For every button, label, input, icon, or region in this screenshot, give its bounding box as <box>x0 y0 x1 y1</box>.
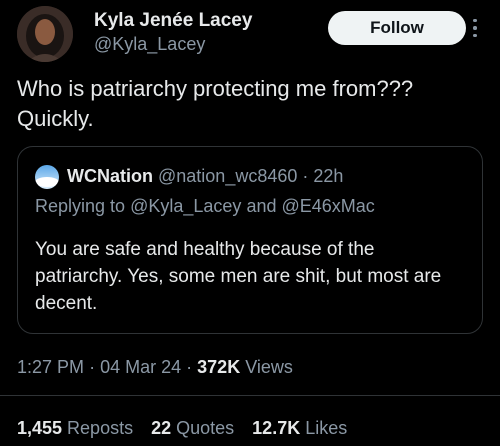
tweet-text: Who is patriarchy protecting me from??? … <box>17 76 414 131</box>
divider <box>0 395 500 396</box>
meta-separator-2: · <box>186 357 193 377</box>
engagement-stats: 1,455 Reposts 22 Quotes 12.7K Likes <box>17 416 365 440</box>
tweet-header: Kyla Jenée Lacey @Kyla_Lacey Follow <box>17 6 483 62</box>
replying-prefix: Replying to <box>35 196 126 216</box>
likes-count: 12.7K <box>252 418 301 438</box>
replying-and: and <box>246 196 277 216</box>
meta-separator-1: · <box>89 357 96 377</box>
author-name[interactable]: Kyla Jenée Lacey <box>94 9 252 32</box>
tweet-date[interactable]: 04 Mar 24 <box>100 357 181 377</box>
tweet-time[interactable]: 1:27 PM <box>17 357 84 377</box>
reposts-label: Reposts <box>67 418 134 438</box>
replying-user-1[interactable]: @Kyla_Lacey <box>130 196 241 216</box>
quoted-tweet[interactable]: WCNation @nation_wc8460 · 22h Replying t… <box>17 146 483 334</box>
quote-replying-to: Replying to @Kyla_Lacey and @E46xMac <box>35 194 375 218</box>
author-avatar[interactable] <box>17 6 73 62</box>
tweet-detail: Kyla Jenée Lacey @Kyla_Lacey Follow Who … <box>0 0 500 446</box>
quote-author-name[interactable]: WCNation <box>67 166 153 186</box>
tweet-meta: 1:27 PM · 04 Mar 24 · 372K Views <box>17 355 293 379</box>
follow-button[interactable]: Follow <box>328 11 466 45</box>
quote-avatar <box>35 165 59 189</box>
likes-stat[interactable]: 12.7K Likes <box>252 416 347 440</box>
views-label: Views <box>245 357 293 377</box>
author-block: Kyla Jenée Lacey @Kyla_Lacey <box>94 9 252 56</box>
quote-header: WCNation @nation_wc8460 · 22h <box>67 164 343 188</box>
likes-label: Likes <box>305 418 348 438</box>
replying-user-2[interactable]: @E46xMac <box>282 196 375 216</box>
more-options-icon[interactable] <box>468 14 482 42</box>
reposts-stat[interactable]: 1,455 Reposts <box>17 416 133 440</box>
quote-time: 22h <box>313 166 344 186</box>
views-count: 372K <box>197 357 241 377</box>
sky-avatar-icon <box>35 165 59 189</box>
quote-author-handle[interactable]: @nation_wc8460 <box>158 166 297 186</box>
quote-separator: · <box>302 166 309 186</box>
profile-photo-icon <box>17 6 73 62</box>
quote-text: You are safe and healthy because of the … <box>35 239 442 314</box>
reposts-count: 1,455 <box>17 418 63 438</box>
quotes-stat[interactable]: 22 Quotes <box>151 416 234 440</box>
quotes-label: Quotes <box>176 418 235 438</box>
author-handle[interactable]: @Kyla_Lacey <box>94 33 252 56</box>
quotes-count: 22 <box>151 418 172 438</box>
